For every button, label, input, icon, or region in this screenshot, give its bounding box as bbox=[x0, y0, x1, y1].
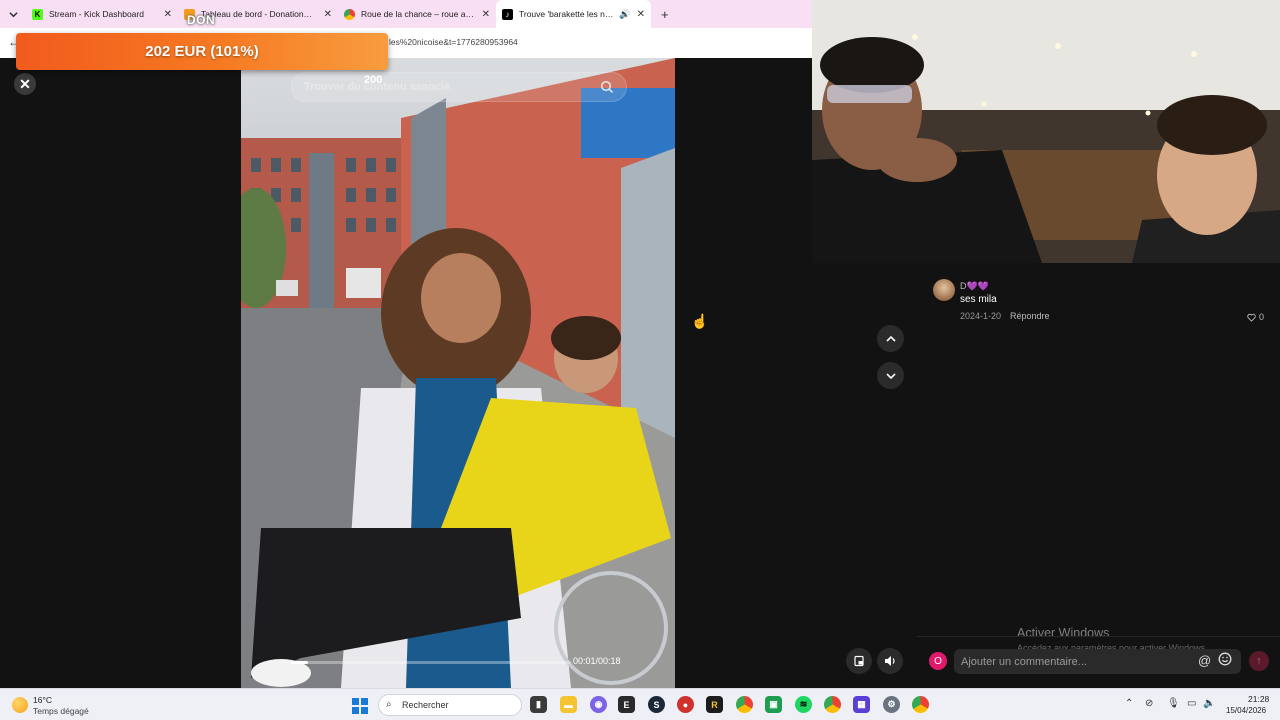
donation-label: DON bbox=[187, 13, 216, 27]
file-explorer-icon[interactable]: ▬ bbox=[560, 696, 577, 713]
chevron-down-icon bbox=[885, 372, 896, 379]
tiktok-icon: ♪ bbox=[502, 8, 513, 20]
user-avatar[interactable]: O bbox=[929, 652, 947, 670]
donation-amount: 202 EUR (101%) bbox=[145, 43, 259, 60]
search-icon[interactable] bbox=[600, 80, 614, 94]
tray-chevron-up-icon[interactable]: ⌃ bbox=[1125, 698, 1133, 709]
discord-icon[interactable]: ◉ bbox=[590, 696, 607, 713]
comment-text: ses mila bbox=[960, 294, 997, 305]
close-icon: ✕ bbox=[19, 75, 31, 92]
donation-goal-value: 200 bbox=[364, 74, 383, 86]
heart-icon bbox=[1247, 313, 1256, 322]
chrome-icon bbox=[344, 8, 355, 20]
rockstar-icon[interactable]: R bbox=[706, 696, 723, 713]
webcam-frame bbox=[812, 0, 1280, 263]
monitor-icon[interactable]: ▭ bbox=[1187, 698, 1196, 709]
taskbar-search-box[interactable]: ⌕ Rechercher bbox=[378, 694, 522, 716]
tab-kick-dashboard[interactable]: K Stream - Kick Dashboard ✕ bbox=[26, 0, 178, 28]
task-view-icon[interactable]: ▮ bbox=[530, 696, 547, 713]
picture-in-picture-icon bbox=[854, 655, 864, 667]
like-comment-button[interactable]: 0 bbox=[1247, 312, 1264, 322]
windows-taskbar: 16°C Temps dégagé ⌕ Rechercher ▮ ▬ ◉ E S… bbox=[0, 688, 1280, 720]
video-frame bbox=[241, 58, 675, 688]
clock-time[interactable]: 21:28 bbox=[1248, 694, 1269, 704]
epic-games-icon[interactable]: E bbox=[618, 696, 635, 713]
app-red-icon[interactable]: ● bbox=[677, 696, 694, 713]
tab-search-button[interactable] bbox=[0, 0, 26, 28]
app-grid-icon[interactable]: ▦ bbox=[853, 696, 870, 713]
close-video-button[interactable]: ✕ bbox=[14, 73, 36, 95]
close-tab-icon[interactable]: ✕ bbox=[482, 9, 490, 20]
tab-roue-de-la-chance[interactable]: Roue de la chance – roue aléatoire ✕ bbox=[338, 0, 496, 28]
weather-condition[interactable]: Temps dégagé bbox=[33, 706, 89, 716]
chrome-icon[interactable] bbox=[736, 696, 753, 713]
webcam-overlay bbox=[812, 0, 1280, 263]
url-text[interactable]: les%20nicoise&t=1776280953964 bbox=[389, 37, 518, 47]
volume-icon bbox=[884, 656, 895, 666]
steam-icon[interactable]: S bbox=[648, 696, 665, 713]
video-progress-bar[interactable] bbox=[291, 661, 571, 664]
comments-panel: D💜💜 ses mila 2024-1-20 Répondre 0 bbox=[917, 263, 1280, 688]
mention-icon[interactable]: @ bbox=[1198, 653, 1211, 668]
search-icon: ⌕ bbox=[386, 699, 392, 710]
microphone-icon[interactable]: 🎙 bbox=[1167, 698, 1180, 709]
chrome-profile-icon[interactable] bbox=[912, 696, 929, 713]
tray-network-icon[interactable]: ⊘ bbox=[1145, 698, 1153, 709]
clock-date[interactable]: 15/04/2026 bbox=[1226, 706, 1266, 715]
app-green-icon[interactable]: ▣ bbox=[765, 696, 782, 713]
tab-tiktok-search[interactable]: ♪ Trouve 'barakette les nicoise' 🔊 ✕ bbox=[496, 0, 651, 28]
weather-temperature[interactable]: 16°C bbox=[33, 695, 52, 705]
weather-moon-icon[interactable] bbox=[12, 697, 28, 713]
windows-start-icon[interactable] bbox=[352, 698, 368, 714]
close-tab-icon[interactable]: ✕ bbox=[164, 9, 172, 20]
chevron-down-icon bbox=[8, 11, 18, 17]
donation-goal-bar: 202 EUR (101%) bbox=[16, 33, 388, 70]
speaker-icon[interactable]: 🔊 bbox=[619, 9, 630, 20]
volume-button[interactable] bbox=[877, 648, 903, 674]
comment-date: 2024-1-20 bbox=[960, 311, 1002, 321]
pip-button[interactable] bbox=[846, 648, 872, 674]
video-progress-fill bbox=[291, 661, 308, 664]
comment-composer: O @ ↑ bbox=[917, 636, 1280, 688]
new-tab-button[interactable]: + bbox=[651, 7, 679, 22]
related-search-box[interactable]: Trouver du contenu associé bbox=[291, 72, 627, 102]
close-tab-icon[interactable]: ✕ bbox=[637, 9, 645, 20]
arrow-up-icon: ↑ bbox=[1256, 655, 1262, 667]
kick-icon: K bbox=[32, 8, 43, 20]
previous-video-button[interactable] bbox=[877, 325, 904, 352]
close-tab-icon[interactable]: ✕ bbox=[324, 9, 332, 20]
commenter-username[interactable]: D💜💜 bbox=[960, 281, 989, 292]
send-comment-button[interactable]: ↑ bbox=[1249, 651, 1269, 671]
screen: K Stream - Kick Dashboard ✕ Tableau de b… bbox=[0, 0, 1280, 720]
commenter-avatar[interactable] bbox=[933, 279, 955, 301]
browser-tab-bar: K Stream - Kick Dashboard ✕ Tableau de b… bbox=[0, 0, 812, 28]
hand-cursor-icon: ☝ bbox=[691, 313, 709, 329]
emoji-icon[interactable] bbox=[1218, 652, 1232, 666]
video-player[interactable]: Trouver du contenu associé 00:01/00:18 bbox=[241, 58, 675, 688]
reply-button[interactable]: Répondre bbox=[1010, 311, 1050, 321]
spotify-icon[interactable]: ≋ bbox=[795, 696, 812, 713]
chrome-active-icon[interactable] bbox=[824, 696, 841, 713]
video-time: 00:01/00:18 bbox=[573, 656, 621, 666]
settings-gear-icon[interactable]: ⚙ bbox=[883, 696, 900, 713]
next-video-button[interactable] bbox=[877, 362, 904, 389]
speaker-tray-icon[interactable]: 🔈 bbox=[1203, 698, 1215, 709]
chevron-up-icon bbox=[885, 335, 896, 342]
like-count: 0 bbox=[1258, 312, 1264, 322]
